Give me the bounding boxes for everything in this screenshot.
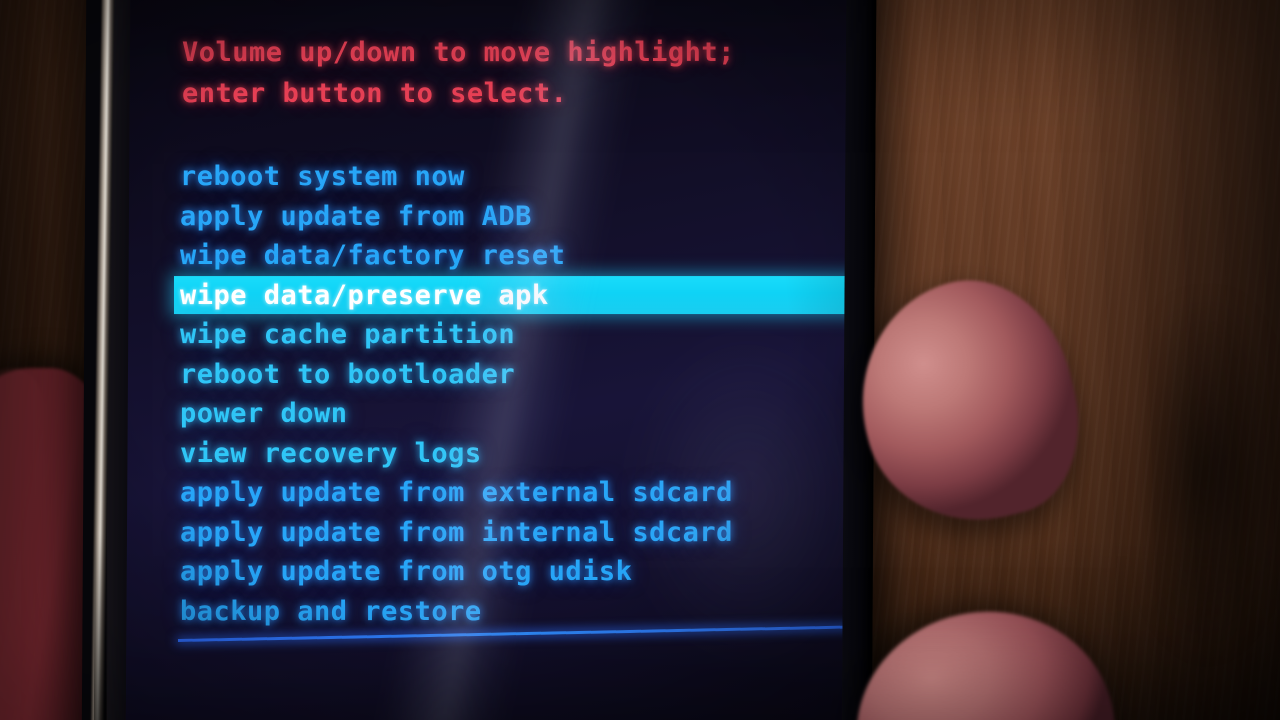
recovery-screen: NX511J_CNCommon_V3.99 Volume up/down to … <box>125 0 847 720</box>
phone-body: NX511J_CNCommon_V3.99 Volume up/down to … <box>81 0 877 720</box>
phone-bezel-right <box>841 0 877 720</box>
phone-metal-edge-shadow <box>93 533 108 720</box>
screenshot-root: NX511J_CNCommon_V3.99 Volume up/down to … <box>0 0 1280 720</box>
screen-vignette <box>125 0 847 720</box>
